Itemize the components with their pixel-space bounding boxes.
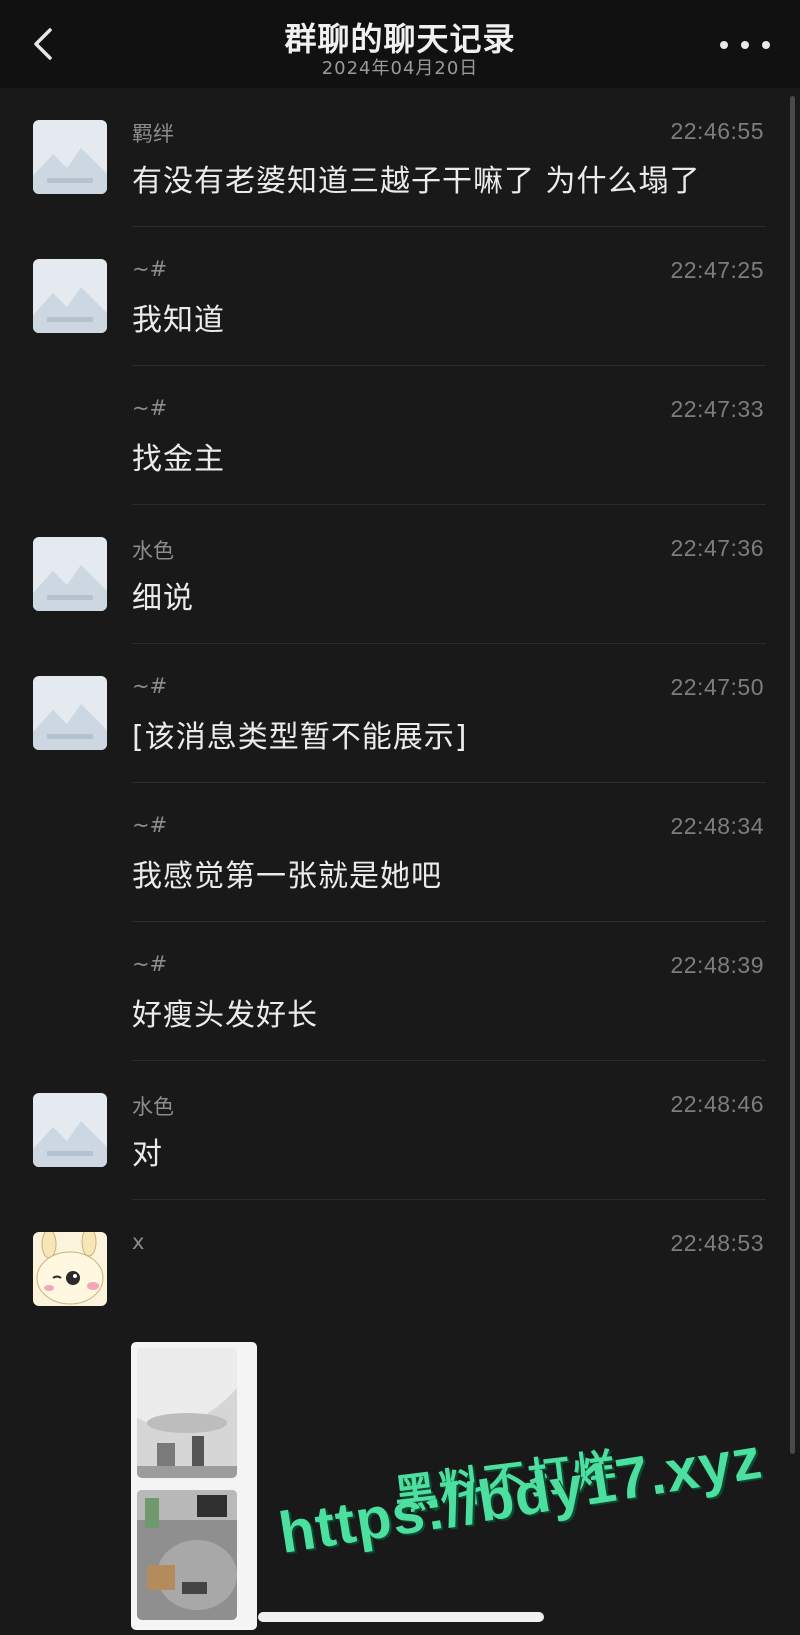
sender-name: ~# (132, 257, 168, 281)
message-text: 好瘦头发好长 (132, 998, 318, 1033)
photo-thumbnail[interactable] (137, 1490, 237, 1620)
sender-name: ~# (132, 396, 168, 420)
avatar-placeholder-icon[interactable] (33, 120, 107, 194)
message-row: 羁绊 22:46:55 有没有老婆知道三越子干嘛了 为什么塌了 (0, 88, 800, 227)
sender-name: 羁绊 (132, 122, 174, 146)
avatar-placeholder-icon[interactable] (33, 676, 107, 750)
message-time: 22:47:50 (670, 674, 764, 700)
photo-thumbnail[interactable] (137, 1348, 237, 1478)
message-list[interactable]: 羁绊 22:46:55 有没有老婆知道三越子干嘛了 为什么塌了 ~# 22:47… (0, 88, 800, 1630)
message-row: ~# 22:47:25 我知道 (0, 227, 800, 366)
message-row: 水色 22:47:36 细说 (0, 505, 800, 644)
home-indicator[interactable] (258, 1612, 544, 1622)
message-text: [该消息类型暂不能展示] (132, 720, 468, 755)
message-row: ~# 22:47:33 找金主 (0, 366, 800, 505)
sender-name: ~# (132, 674, 168, 698)
message-text: 有没有老婆知道三越子干嘛了 为什么塌了 (132, 164, 701, 199)
message-time: 22:48:34 (670, 813, 764, 839)
message-time: 22:48:39 (670, 952, 764, 978)
message-text: 我知道 (132, 303, 225, 338)
message-time: 22:48:46 (670, 1091, 764, 1117)
message-time: 22:48:53 (670, 1230, 764, 1256)
message-text: 找金主 (132, 442, 225, 477)
message-time: 22:47:33 (670, 396, 764, 422)
sender-name: ~# (132, 813, 168, 837)
avatar-cartoon-icon[interactable] (33, 1232, 107, 1306)
scrollbar[interactable] (790, 96, 795, 1454)
sender-name: x (132, 1230, 145, 1254)
image-attachment[interactable] (131, 1342, 257, 1630)
message-text: 细说 (132, 581, 194, 616)
message-row: 水色 22:48:46 对 (0, 1061, 800, 1200)
message-time: 22:47:36 (670, 535, 764, 561)
message-time: 22:46:55 (670, 118, 764, 144)
page-date: 2024年04月20日 (321, 58, 479, 79)
message-row: ~# 22:47:50 [该消息类型暂不能展示] (0, 644, 800, 783)
avatar-placeholder-icon[interactable] (33, 1093, 107, 1167)
message-text: 我感觉第一张就是她吧 (132, 859, 442, 894)
avatar-placeholder-icon[interactable] (33, 537, 107, 611)
sender-name: 水色 (132, 1095, 174, 1119)
message-time: 22:47:25 (670, 257, 764, 283)
avatar-placeholder-icon[interactable] (33, 259, 107, 333)
message-row: ~# 22:48:34 我感觉第一张就是她吧 (0, 783, 800, 922)
sender-name: ~# (132, 952, 168, 976)
message-row: ~# 22:48:39 好瘦头发好长 (0, 922, 800, 1061)
sender-name: 水色 (132, 539, 174, 563)
message-text: 对 (132, 1137, 163, 1172)
header-bar: 群聊的聊天记录 2024年04月20日 (0, 0, 800, 88)
more-dots-icon[interactable] (720, 30, 770, 60)
